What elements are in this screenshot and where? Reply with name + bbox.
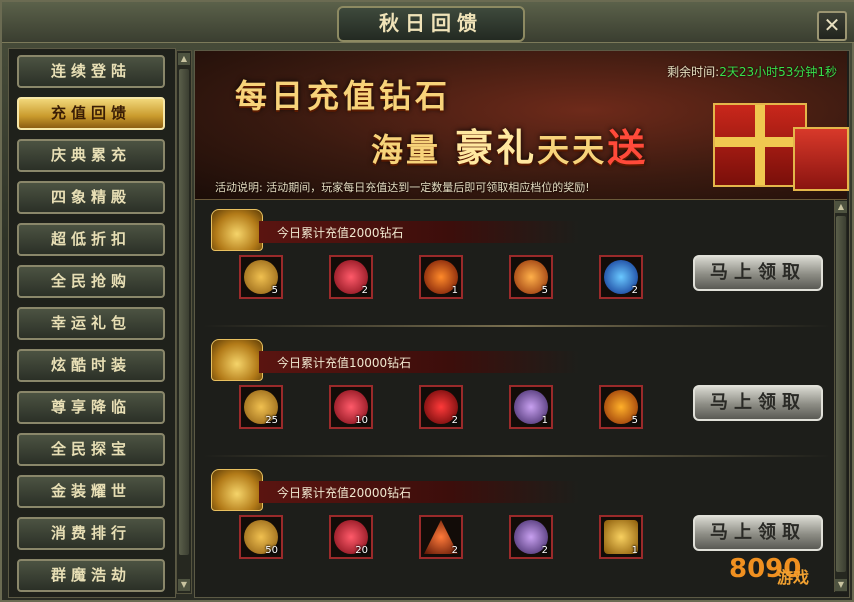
sidebar-item-gold-equipment[interactable]: 金装耀世 [17,475,165,508]
tier-title: 今日累计充值20000钻石 [277,486,412,500]
tier-divider [203,325,831,327]
item-count: 5 [541,285,548,296]
item-count: 2 [451,545,458,556]
reward-item-slot[interactable]: 2 [419,515,463,559]
tier-divider [203,455,831,457]
item-count: 5 [631,415,638,426]
sidebar-item-treasure-hunt[interactable]: 全民探宝 [17,433,165,466]
sidebar-item-spending-rank[interactable]: 消费排行 [17,517,165,550]
item-count: 1 [631,545,638,556]
gift-ribbon [715,137,805,147]
sidebar-item-fashion[interactable]: 炫酷时装 [17,349,165,382]
banner-headline-1: 每日充值钻石 [235,77,452,115]
sidebar-item-continuous-login[interactable]: 连续登陆 [17,55,165,88]
item-count: 25 [265,415,278,426]
scroll-down-icon[interactable]: ▼ [178,579,190,591]
reward-item-slot[interactable]: 1 [509,385,553,429]
event-description: 活动说明: 活动期间，玩家每日充值达到一定数量后即可领取相应档位的奖励! [215,181,590,194]
site-watermark: 8090 游戏 [729,554,849,598]
reward-tier: 今日累计充值10000钻石 25 10 2 1 5 马上领取 [203,335,831,455]
reward-item-slot[interactable]: 1 [419,255,463,299]
close-icon: ✕ [823,13,841,37]
treasure-chest-icon [211,209,263,251]
title-bar: 秋日回馈 ✕ [2,2,854,43]
sidebar-item-discount[interactable]: 超低折扣 [17,223,165,256]
sidebar-item-celebration-recharge[interactable]: 庆典累充 [17,139,165,172]
countdown-value: 2天23小时53分钟1秒 [719,65,837,79]
reward-item-slot[interactable]: 2 [599,255,643,299]
watermark-sub: 游戏 [777,568,810,587]
tier-title: 今日累计充值10000钻石 [277,356,412,370]
sidebar-item-vip[interactable]: 尊享降临 [17,391,165,424]
sidebar-item-flash-sale[interactable]: 全民抢购 [17,265,165,298]
event-banner: 每日充值钻石 海量 豪礼天天送 剩余时间:2天23小时53分钟1秒 活动说明: … [195,51,849,200]
scroll-up-icon[interactable]: ▲ [178,53,190,65]
sidebar-item-four-symbols[interactable]: 四象精殿 [17,181,165,214]
panel-scrollbar[interactable]: ▲ ▼ [834,200,847,592]
gift-box-icon [793,127,849,191]
item-count: 10 [355,415,368,426]
reward-item-slot[interactable]: 50 [239,515,283,559]
item-count: 2 [451,415,458,426]
panel-scroll-thumb[interactable] [836,216,846,572]
banner-headline-2c: 天天 [537,131,608,169]
banner-headline-2: 海量 豪礼天天送 [371,117,648,172]
reward-item-slot[interactable]: 2 [329,255,373,299]
banner-headline-2b: 豪礼 [455,125,538,170]
countdown-timer: 剩余时间:2天23小时53分钟1秒 [667,63,837,80]
item-count: 1 [451,285,458,296]
reward-item-slot[interactable]: 1 [599,515,643,559]
sidebar-item-recharge-reward[interactable]: 充值回馈 [17,97,165,130]
sidebar-item-demon-raid[interactable]: 群魔浩劫 [17,559,165,592]
reward-item-slot[interactable]: 2 [509,515,553,559]
reward-item-slot[interactable]: 10 [329,385,373,429]
countdown-label: 剩余时间: [667,65,720,79]
treasure-chest-icon [211,339,263,381]
reward-item-slot[interactable]: 25 [239,385,283,429]
reward-tier: 今日累计充值2000钻石 5 2 1 5 2 马上领取 [203,205,831,325]
item-count: 2 [541,545,548,556]
banner-headline-2a: 海量 [371,131,442,169]
reward-item-slot[interactable]: 2 [419,385,463,429]
claim-button[interactable]: 马上领取 [693,385,823,421]
reward-item-slot[interactable]: 20 [329,515,373,559]
claim-button[interactable]: 马上领取 [693,515,823,551]
reward-item-slot[interactable]: 5 [509,255,553,299]
item-count: 2 [631,285,638,296]
item-count: 2 [361,285,368,296]
claim-button[interactable]: 马上领取 [693,255,823,291]
event-window: 秋日回馈 ✕ 连续登陆 充值回馈 庆典累充 四象精殿 超低折扣 全民抢购 幸运礼… [0,0,854,602]
sidebar-scroll-thumb[interactable] [179,69,189,555]
reward-item-slot[interactable]: 5 [599,385,643,429]
sidebar-menu: 连续登陆 充值回馈 庆典累充 四象精殿 超低折扣 全民抢购 幸运礼包 炫酷时装 … [8,48,176,598]
close-button[interactable]: ✕ [817,11,847,41]
item-count: 20 [355,545,368,556]
reward-panel: 每日充值钻石 海量 豪礼天天送 剩余时间:2天23小时53分钟1秒 活动说明: … [194,50,850,598]
item-count: 1 [541,415,548,426]
item-count: 5 [271,285,278,296]
sidebar-scrollbar[interactable]: ▲ ▼ [176,50,192,594]
reward-item-slot[interactable]: 5 [239,255,283,299]
item-count: 50 [265,545,278,556]
window-title: 秋日回馈 [337,6,525,42]
sidebar-item-lucky-pack[interactable]: 幸运礼包 [17,307,165,340]
banner-headline-2d: 送 [607,125,649,170]
treasure-chest-icon [211,469,263,511]
scroll-up-icon[interactable]: ▲ [835,201,847,213]
tier-title: 今日累计充值2000钻石 [277,226,404,240]
